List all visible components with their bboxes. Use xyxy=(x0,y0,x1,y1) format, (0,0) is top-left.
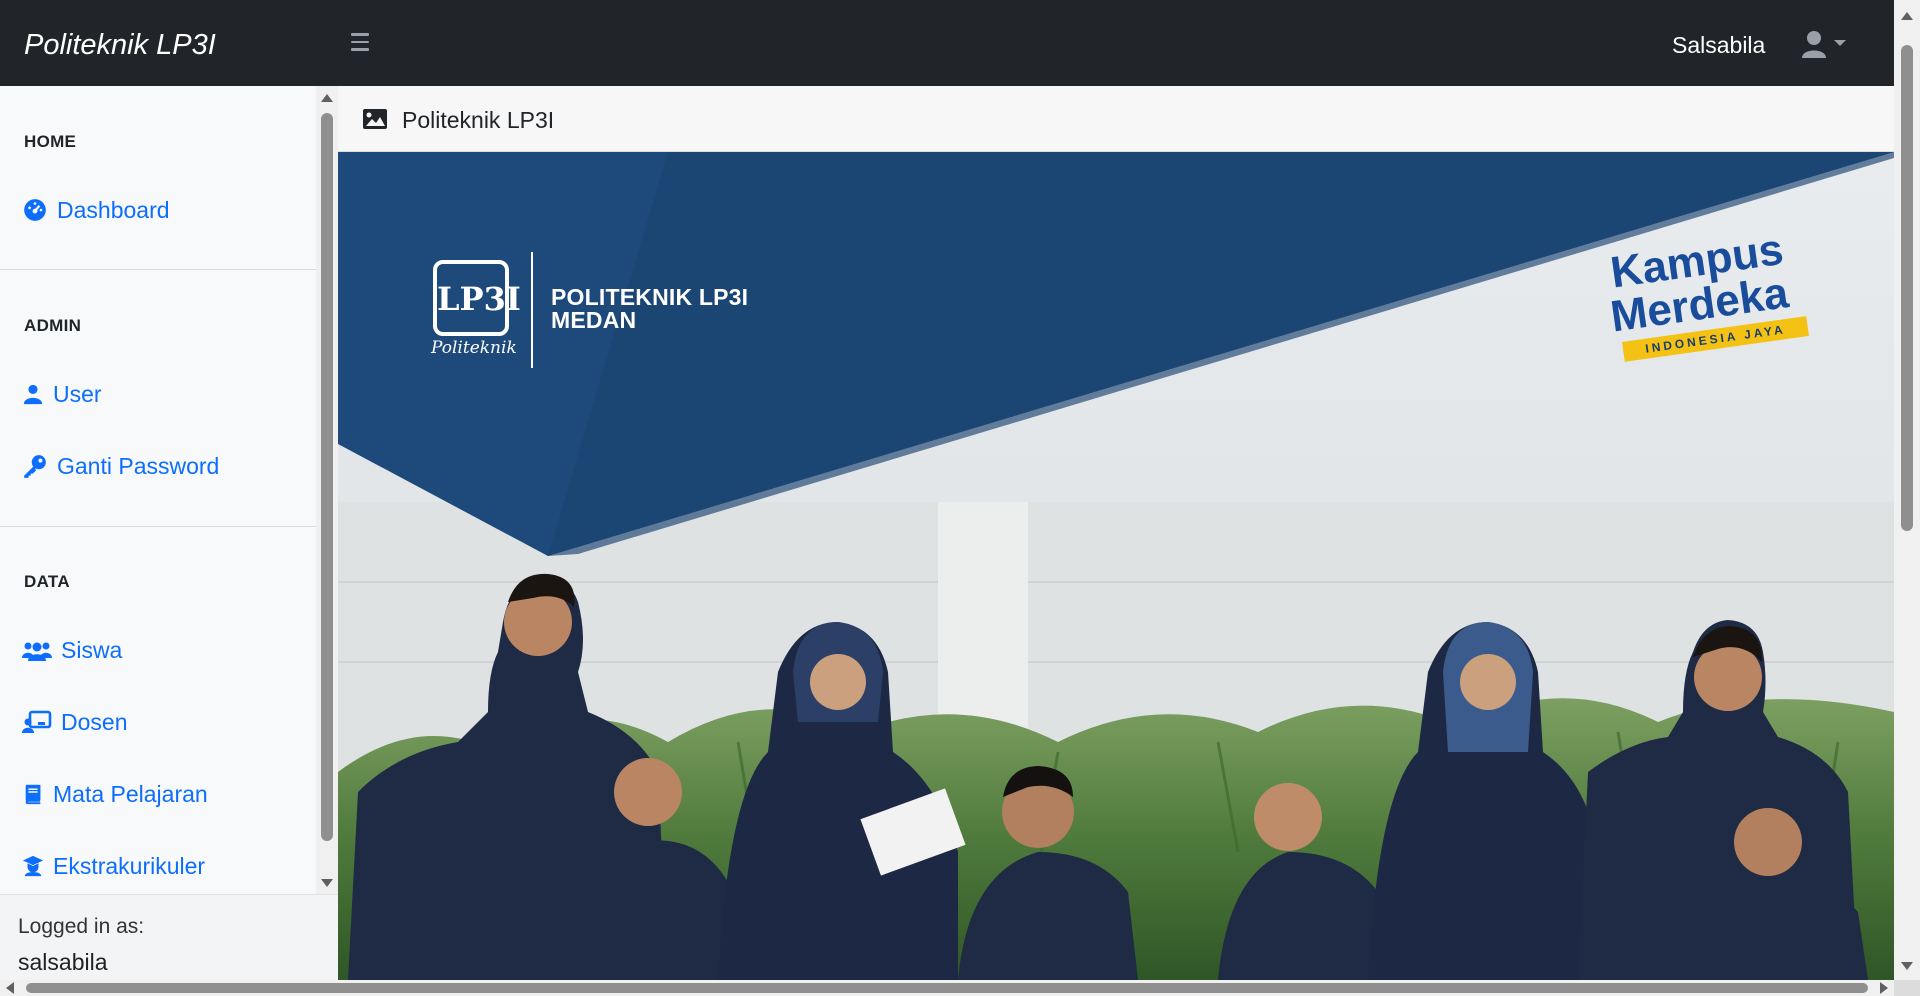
sidebar-item-dosen[interactable]: Dosen xyxy=(22,704,127,740)
users-icon xyxy=(22,642,52,661)
caret-down-icon xyxy=(1834,40,1846,46)
page-horizontal-scrollbar-thumb[interactable] xyxy=(26,983,1868,993)
sidebar-item-label: Mata Pelajaran xyxy=(53,780,208,807)
logged-in-label: Logged in as: xyxy=(18,915,145,938)
banner-image: LP3I Politeknik POLITEKNIK LP3I MEDAN Ka… xyxy=(338,152,1894,980)
sidebar-heading-admin: ADMIN xyxy=(24,316,82,335)
sidebar-toggle-button[interactable] xyxy=(348,28,372,58)
lp3i-logo-text: POLITEKNIK LP3I MEDAN xyxy=(551,286,748,332)
user-icon xyxy=(1802,31,1846,58)
lp3i-logo: LP3I Politeknik POLITEKNIK LP3I MEDAN xyxy=(431,252,753,372)
sidebar-divider xyxy=(0,269,316,270)
navbar-username: Salsabila xyxy=(1672,32,1766,58)
sidebar-scrollbar[interactable] xyxy=(316,86,338,894)
sidebar-item-ekstrakurikuler[interactable]: Ekstrakurikuler xyxy=(22,848,205,884)
page-horizontal-scrollbar[interactable] xyxy=(0,980,1894,996)
sidebar-heading-data: DATA xyxy=(24,572,70,591)
scroll-down-arrow-icon[interactable] xyxy=(321,879,333,887)
sidebar-item-siswa[interactable]: Siswa xyxy=(22,632,122,668)
hamburger-icon xyxy=(351,33,369,36)
sidebar-item-dashboard[interactable]: Dashboard xyxy=(22,192,170,228)
logo-separator xyxy=(531,252,533,368)
scroll-down-arrow-icon[interactable] xyxy=(1901,962,1913,970)
sidebar-divider xyxy=(0,526,316,527)
sidebar-scrollbar-thumb[interactable] xyxy=(321,113,333,841)
book-icon xyxy=(25,784,41,805)
logo-text-line1: POLITEKNIK LP3I xyxy=(551,284,749,310)
chalkboard-teacher-icon xyxy=(22,710,52,733)
card-title: Politeknik LP3I xyxy=(402,107,555,133)
scrollbar-corner xyxy=(1894,980,1920,996)
dashboard-gauge-icon xyxy=(24,199,46,221)
page-vertical-scrollbar-thumb[interactable] xyxy=(1901,45,1913,531)
lp3i-logo-script: Politeknik xyxy=(431,338,517,358)
card-header: Politeknik LP3I xyxy=(338,86,1894,152)
sidebar-item-label: Ekstrakurikuler xyxy=(53,852,206,879)
sidebar-item-label: Siswa xyxy=(61,636,123,663)
image-icon xyxy=(363,109,387,129)
sidebar-item-label: Ganti Password xyxy=(57,452,220,479)
sidebar-item-label: Dosen xyxy=(61,708,128,735)
user-dropdown-button[interactable] xyxy=(1800,28,1856,62)
graduate-icon xyxy=(22,855,44,877)
top-navbar: Politeknik LP3I Salsabila xyxy=(0,0,1894,86)
kampus-merdeka-logo: Kampus Merdeka INDONESIA JAYA xyxy=(1608,225,1818,362)
scroll-left-arrow-icon[interactable] xyxy=(6,982,14,994)
navbar-brand[interactable]: Politeknik LP3I xyxy=(24,0,216,86)
sidebar-item-user[interactable]: User xyxy=(22,376,102,412)
sidebar-item-label: User xyxy=(53,380,102,407)
scroll-up-arrow-icon[interactable] xyxy=(321,94,333,102)
scroll-right-arrow-icon[interactable] xyxy=(1880,982,1888,994)
sidebar-item-label: Dashboard xyxy=(57,196,170,223)
logged-in-username: salsabila xyxy=(18,949,108,975)
sidebar: HOME Dashboard ADMIN User Ganti Password… xyxy=(0,86,338,980)
page-vertical-scrollbar[interactable] xyxy=(1894,0,1920,980)
sidebar-footer: Logged in as: salsabila xyxy=(0,894,338,980)
sidebar-heading-home: HOME xyxy=(24,132,77,151)
lp3i-logo-mark: LP3I xyxy=(433,260,521,336)
scroll-up-arrow-icon[interactable] xyxy=(1901,12,1913,20)
user-icon xyxy=(23,384,43,405)
sidebar-item-ganti-password[interactable]: Ganti Password xyxy=(22,448,219,484)
key-icon xyxy=(24,455,46,478)
logo-text-line2: MEDAN xyxy=(551,307,637,333)
sidebar-menu: HOME Dashboard ADMIN User Ganti Password… xyxy=(0,86,316,894)
sidebar-item-mata-pelajaran[interactable]: Mata Pelajaran xyxy=(22,776,208,812)
